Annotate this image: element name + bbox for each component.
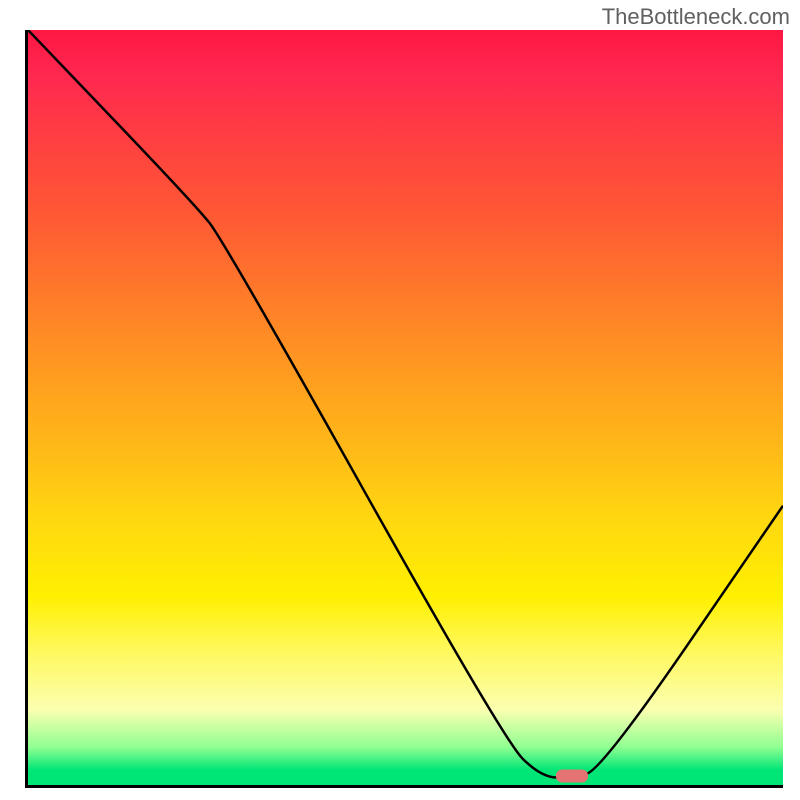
plot-area xyxy=(25,30,783,788)
chart-container: { "watermark": "TheBottleneck.com", "cha… xyxy=(0,0,800,800)
watermark-text: TheBottleneck.com xyxy=(602,4,790,30)
line-curve xyxy=(28,30,783,785)
bottleneck-marker xyxy=(556,769,588,782)
